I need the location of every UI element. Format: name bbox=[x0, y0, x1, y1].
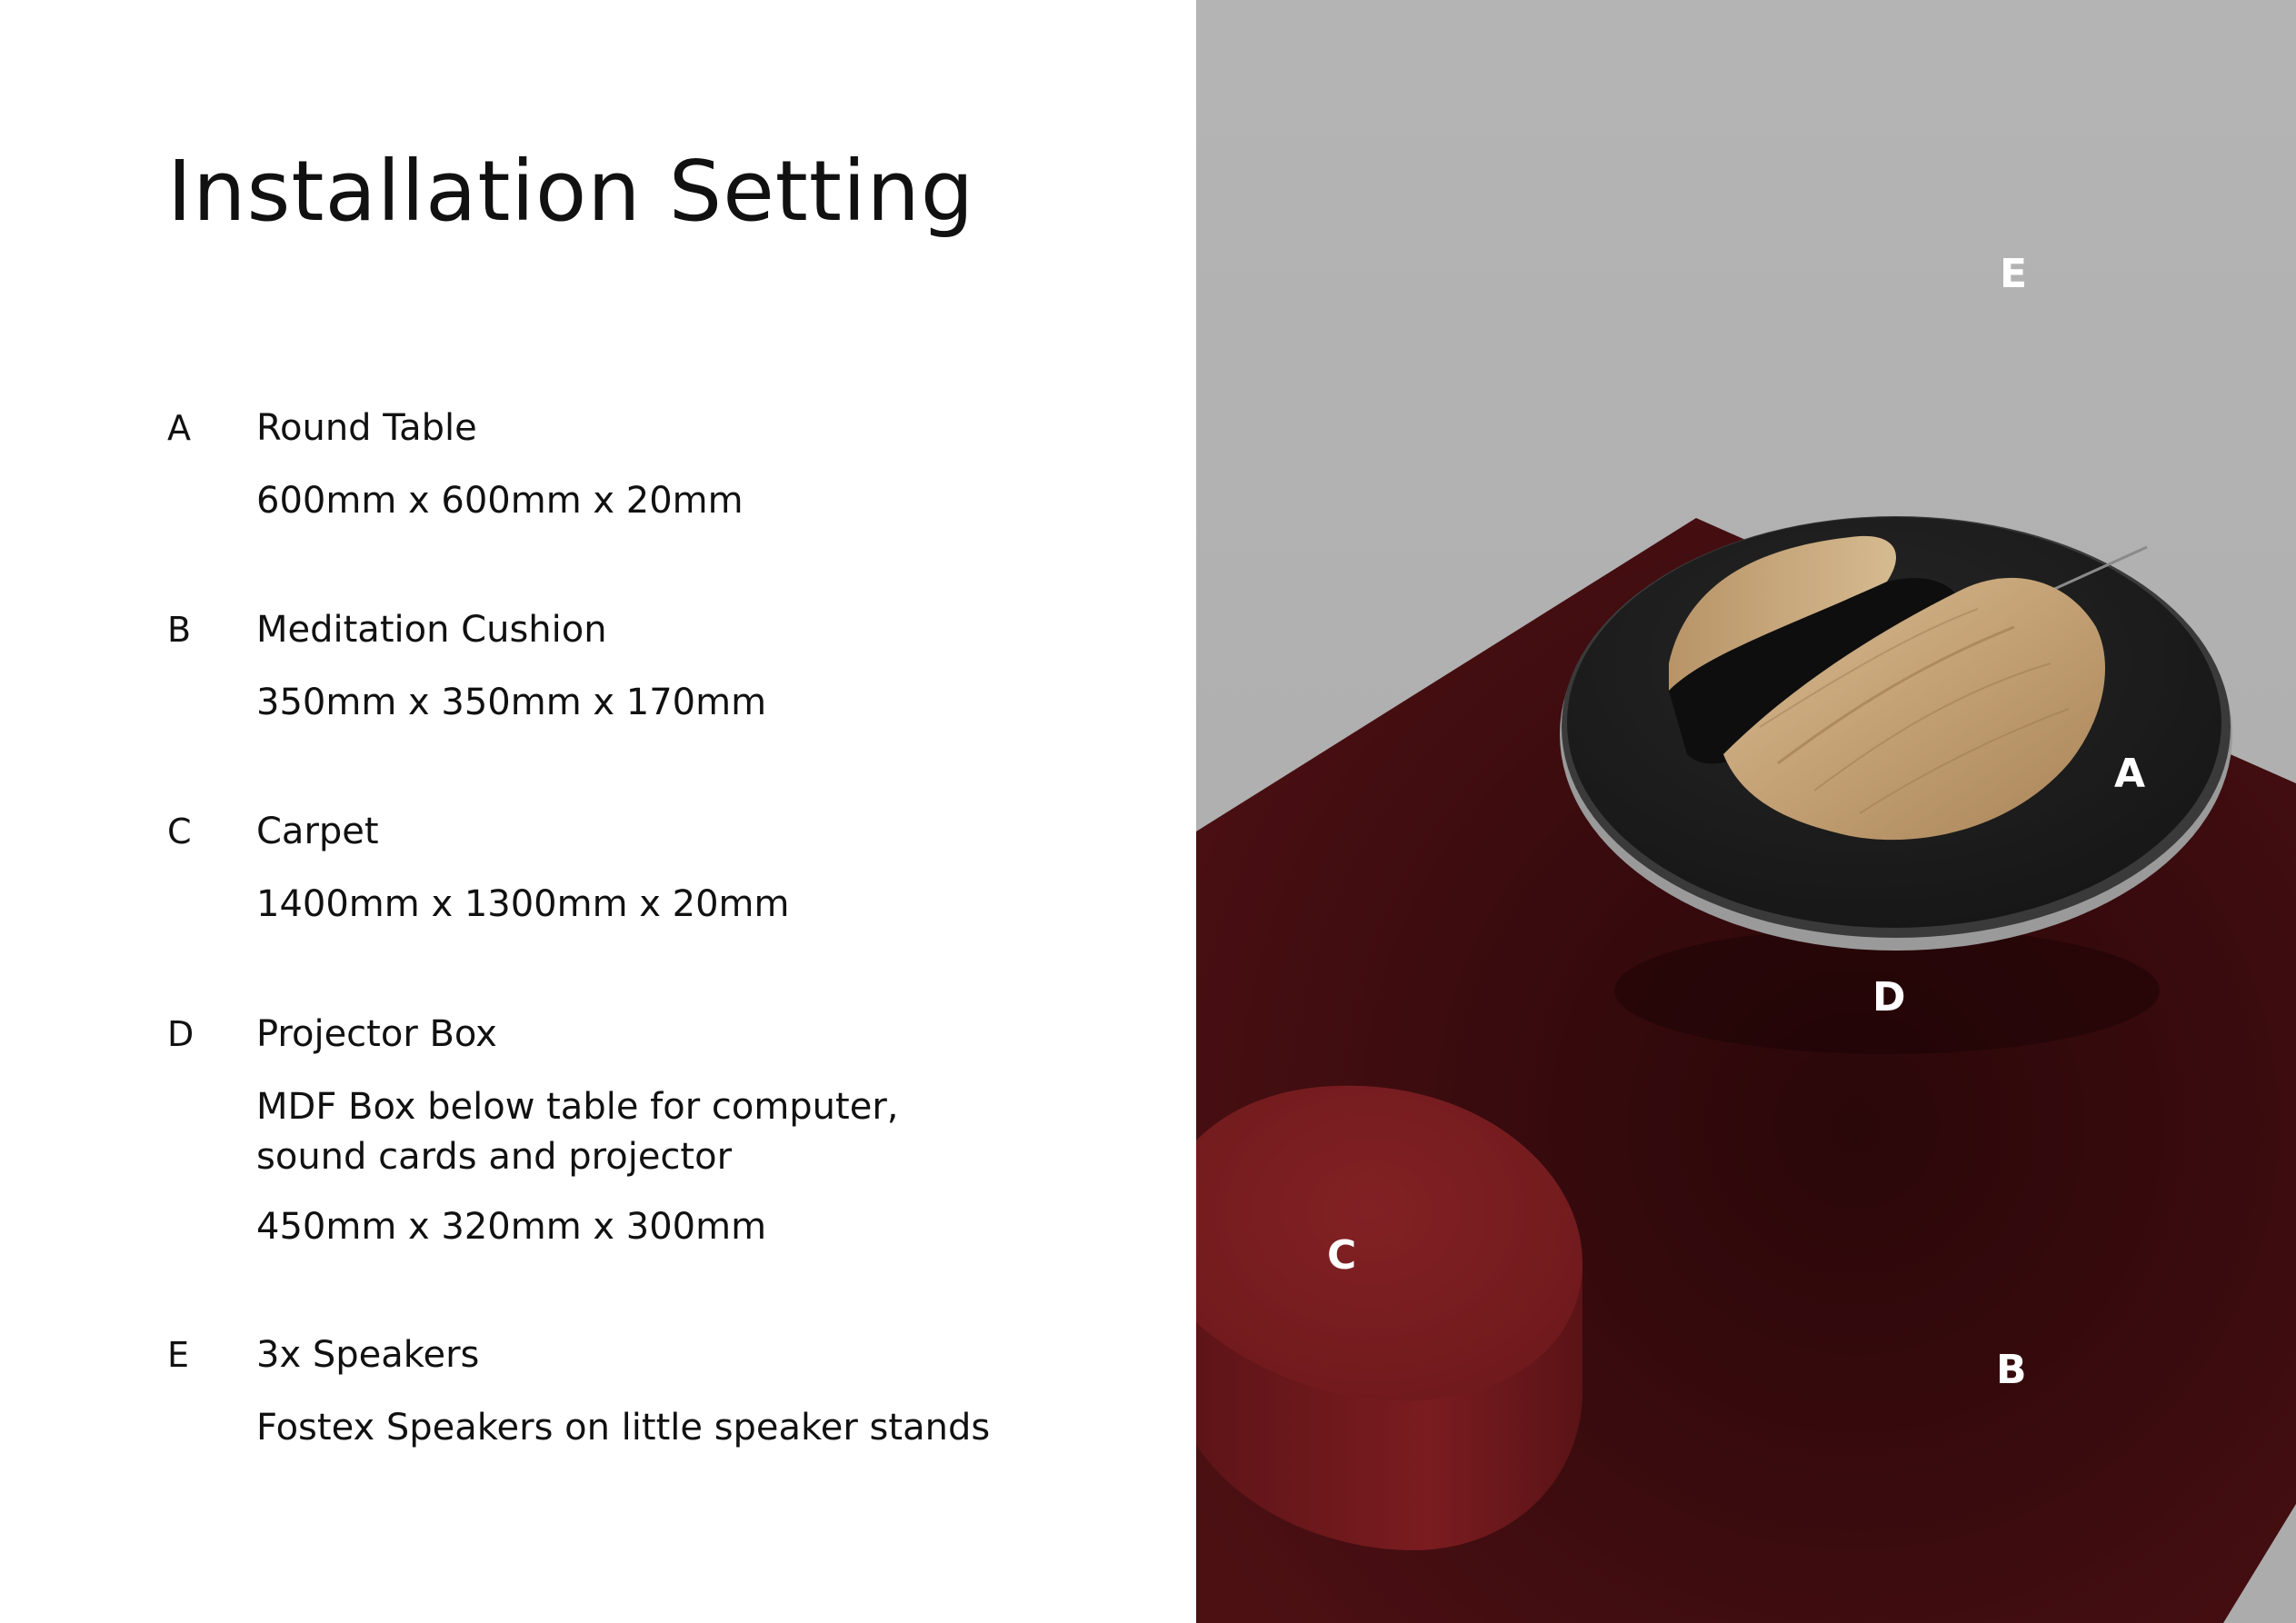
spec-name: Meditation Cushion bbox=[256, 609, 607, 651]
spec-dimensions: 600mm x 600mm x 20mm bbox=[256, 480, 744, 522]
spec-description-line: sound cards and projector bbox=[256, 1136, 733, 1178]
installation-render: E A D C B bbox=[1196, 0, 2296, 1623]
spec-body: Meditation Cushion 350mm x 350mm x 170mm bbox=[256, 607, 1074, 728]
callout-b: B bbox=[1996, 1347, 2027, 1393]
spec-name: 3x Speakers bbox=[256, 1334, 480, 1376]
meditation-cushion bbox=[1196, 1085, 1582, 1550]
spec-body: Carpet 1400mm x 1300mm x 20mm bbox=[256, 809, 1074, 930]
render-illustration: E A D C B bbox=[1196, 0, 2296, 1623]
spec-name: Projector Box bbox=[256, 1013, 497, 1055]
spec-body: Round Table 600mm x 600mm x 20mm bbox=[256, 405, 1074, 526]
spec-dimensions: 450mm x 320mm x 300mm bbox=[256, 1206, 767, 1248]
callout-d: D bbox=[1872, 974, 1906, 1021]
callout-c: C bbox=[1327, 1232, 1356, 1279]
callout-e: E bbox=[2000, 251, 2027, 297]
spec-dimensions: 1400mm x 1300mm x 20mm bbox=[256, 883, 790, 925]
spec-letter: E bbox=[167, 1335, 190, 1375]
spec-name: Carpet bbox=[256, 811, 379, 852]
spec-body: 3x Speakers Fostex Speakers on little sp… bbox=[256, 1332, 1074, 1453]
spec-body: Projector Box MDF Box below table for co… bbox=[256, 1011, 1074, 1252]
spec-letter: C bbox=[167, 812, 192, 851]
spec-letter: A bbox=[167, 408, 191, 448]
callout-a: A bbox=[2114, 751, 2145, 797]
spec-name: Round Table bbox=[256, 407, 477, 449]
spec-panel: Installation Setting A Round Table 600mm… bbox=[0, 0, 1196, 1623]
page-title: Installation Setting bbox=[167, 143, 975, 240]
spec-letter: B bbox=[167, 610, 192, 650]
spec-dimensions: 350mm x 350mm x 170mm bbox=[256, 682, 767, 723]
spec-letter: D bbox=[167, 1014, 195, 1054]
spec-dimensions: Fostex Speakers on little speaker stands bbox=[256, 1407, 991, 1449]
spec-description-line: MDF Box below table for computer, bbox=[256, 1086, 899, 1128]
